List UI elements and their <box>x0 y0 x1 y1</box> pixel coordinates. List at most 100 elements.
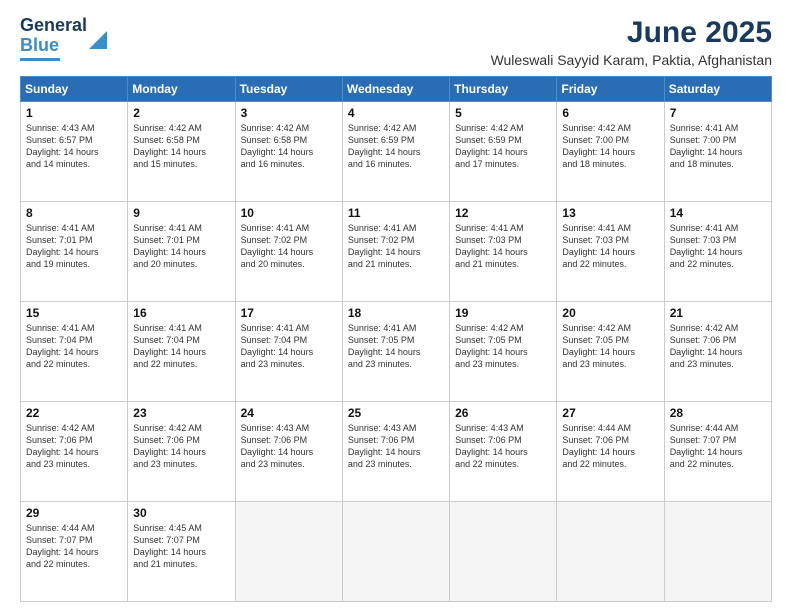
calendar-cell <box>450 502 557 602</box>
calendar-week-4: 22 Sunrise: 4:42 AM Sunset: 7:06 PM Dayli… <box>21 402 772 502</box>
cell-day-number: 23 <box>133 406 229 420</box>
cell-day-number: 6 <box>562 106 658 120</box>
cell-info: Sunrise: 4:42 AM Sunset: 6:58 PM Dayligh… <box>241 122 337 171</box>
cell-day-number: 29 <box>26 506 122 520</box>
calendar-cell: 22 Sunrise: 4:42 AM Sunset: 7:06 PM Dayli… <box>21 402 128 502</box>
cell-info: Sunrise: 4:42 AM Sunset: 6:59 PM Dayligh… <box>348 122 444 171</box>
cell-day-number: 20 <box>562 306 658 320</box>
calendar-cell: 17 Sunrise: 4:41 AM Sunset: 7:04 PM Dayli… <box>235 302 342 402</box>
cell-day-number: 10 <box>241 206 337 220</box>
logo-icon <box>89 31 107 49</box>
cell-info: Sunrise: 4:43 AM Sunset: 7:06 PM Dayligh… <box>348 422 444 471</box>
calendar-cell: 15 Sunrise: 4:41 AM Sunset: 7:04 PM Dayli… <box>21 302 128 402</box>
cell-day-number: 14 <box>670 206 766 220</box>
cell-info: Sunrise: 4:41 AM Sunset: 7:04 PM Dayligh… <box>241 322 337 371</box>
cell-info: Sunrise: 4:43 AM Sunset: 7:06 PM Dayligh… <box>455 422 551 471</box>
cell-info: Sunrise: 4:41 AM Sunset: 7:00 PM Dayligh… <box>670 122 766 171</box>
cell-info: Sunrise: 4:44 AM Sunset: 7:07 PM Dayligh… <box>670 422 766 471</box>
cell-day-number: 13 <box>562 206 658 220</box>
cell-day-number: 24 <box>241 406 337 420</box>
calendar-cell: 1 Sunrise: 4:43 AM Sunset: 6:57 PM Daylig… <box>21 102 128 202</box>
cell-day-number: 25 <box>348 406 444 420</box>
calendar-cell <box>342 502 449 602</box>
cell-day-number: 18 <box>348 306 444 320</box>
subtitle: Wuleswali Sayyid Karam, Paktia, Afghanis… <box>491 52 772 68</box>
cell-info: Sunrise: 4:42 AM Sunset: 6:59 PM Dayligh… <box>455 122 551 171</box>
calendar-cell: 28 Sunrise: 4:44 AM Sunset: 7:07 PM Dayli… <box>664 402 771 502</box>
calendar-cell: 23 Sunrise: 4:42 AM Sunset: 7:06 PM Dayli… <box>128 402 235 502</box>
cell-day-number: 1 <box>26 106 122 120</box>
calendar-cell: 14 Sunrise: 4:41 AM Sunset: 7:03 PM Dayli… <box>664 202 771 302</box>
cell-info: Sunrise: 4:41 AM Sunset: 7:03 PM Dayligh… <box>562 222 658 271</box>
calendar-cell: 3 Sunrise: 4:42 AM Sunset: 6:58 PM Daylig… <box>235 102 342 202</box>
calendar-header-monday: Monday <box>128 77 235 102</box>
calendar-cell <box>235 502 342 602</box>
cell-info: Sunrise: 4:41 AM Sunset: 7:03 PM Dayligh… <box>455 222 551 271</box>
calendar-header-row: SundayMondayTuesdayWednesdayThursdayFrid… <box>21 77 772 102</box>
header: GeneralBlue June 2025 Wuleswali Sayyid K… <box>20 16 772 68</box>
cell-day-number: 12 <box>455 206 551 220</box>
cell-day-number: 11 <box>348 206 444 220</box>
cell-day-number: 5 <box>455 106 551 120</box>
cell-info: Sunrise: 4:42 AM Sunset: 7:05 PM Dayligh… <box>562 322 658 371</box>
calendar-cell: 11 Sunrise: 4:41 AM Sunset: 7:02 PM Dayli… <box>342 202 449 302</box>
cell-day-number: 22 <box>26 406 122 420</box>
calendar-week-3: 15 Sunrise: 4:41 AM Sunset: 7:04 PM Dayli… <box>21 302 772 402</box>
cell-info: Sunrise: 4:44 AM Sunset: 7:07 PM Dayligh… <box>26 522 122 571</box>
cell-day-number: 21 <box>670 306 766 320</box>
cell-info: Sunrise: 4:43 AM Sunset: 7:06 PM Dayligh… <box>241 422 337 471</box>
calendar-cell: 2 Sunrise: 4:42 AM Sunset: 6:58 PM Daylig… <box>128 102 235 202</box>
calendar-cell: 5 Sunrise: 4:42 AM Sunset: 6:59 PM Daylig… <box>450 102 557 202</box>
cell-day-number: 2 <box>133 106 229 120</box>
calendar-week-2: 8 Sunrise: 4:41 AM Sunset: 7:01 PM Daylig… <box>21 202 772 302</box>
calendar-cell: 29 Sunrise: 4:44 AM Sunset: 7:07 PM Dayli… <box>21 502 128 602</box>
calendar-header-saturday: Saturday <box>664 77 771 102</box>
calendar-header-thursday: Thursday <box>450 77 557 102</box>
cell-info: Sunrise: 4:41 AM Sunset: 7:04 PM Dayligh… <box>26 322 122 371</box>
cell-info: Sunrise: 4:41 AM Sunset: 7:02 PM Dayligh… <box>348 222 444 271</box>
cell-day-number: 4 <box>348 106 444 120</box>
calendar-cell: 12 Sunrise: 4:41 AM Sunset: 7:03 PM Dayli… <box>450 202 557 302</box>
cell-info: Sunrise: 4:42 AM Sunset: 7:06 PM Dayligh… <box>133 422 229 471</box>
cell-info: Sunrise: 4:42 AM Sunset: 7:05 PM Dayligh… <box>455 322 551 371</box>
cell-info: Sunrise: 4:41 AM Sunset: 7:02 PM Dayligh… <box>241 222 337 271</box>
calendar-cell: 30Sunrise: 4:45 AM Sunset: 7:07 PM Dayli… <box>128 502 235 602</box>
cell-info: Sunrise: 4:41 AM Sunset: 7:03 PM Dayligh… <box>670 222 766 271</box>
cell-day-number: 28 <box>670 406 766 420</box>
logo-bar <box>20 58 60 61</box>
calendar-cell: 25 Sunrise: 4:43 AM Sunset: 7:06 PM Dayli… <box>342 402 449 502</box>
calendar-week-5: 29 Sunrise: 4:44 AM Sunset: 7:07 PM Dayli… <box>21 502 772 602</box>
calendar-cell: 10 Sunrise: 4:41 AM Sunset: 7:02 PM Dayli… <box>235 202 342 302</box>
cell-info: Sunrise: 4:41 AM Sunset: 7:05 PM Dayligh… <box>348 322 444 371</box>
cell-day-number: 17 <box>241 306 337 320</box>
cell-day-number: 7 <box>670 106 766 120</box>
cell-day-number: 3 <box>241 106 337 120</box>
cell-info: Sunrise: 4:43 AM Sunset: 6:57 PM Dayligh… <box>26 122 122 171</box>
calendar-header-friday: Friday <box>557 77 664 102</box>
cell-info: Sunrise: 4:41 AM Sunset: 7:04 PM Dayligh… <box>133 322 229 371</box>
cell-day-number: 9 <box>133 206 229 220</box>
cell-info: Sunrise: 4:42 AM Sunset: 6:58 PM Dayligh… <box>133 122 229 171</box>
cell-info: Sunrise: 4:41 AM Sunset: 7:01 PM Dayligh… <box>133 222 229 271</box>
calendar-cell: 4 Sunrise: 4:42 AM Sunset: 6:59 PM Daylig… <box>342 102 449 202</box>
calendar-header-sunday: Sunday <box>21 77 128 102</box>
calendar-cell: 8 Sunrise: 4:41 AM Sunset: 7:01 PM Daylig… <box>21 202 128 302</box>
cell-info: Sunrise: 4:42 AM Sunset: 7:06 PM Dayligh… <box>26 422 122 471</box>
calendar-cell: 27Sunrise: 4:44 AM Sunset: 7:06 PM Dayli… <box>557 402 664 502</box>
calendar-header-tuesday: Tuesday <box>235 77 342 102</box>
calendar-cell: 9 Sunrise: 4:41 AM Sunset: 7:01 PM Daylig… <box>128 202 235 302</box>
calendar-cell: 16 Sunrise: 4:41 AM Sunset: 7:04 PM Dayli… <box>128 302 235 402</box>
main-title: June 2025 <box>491 16 772 50</box>
cell-day-number: 30 <box>133 506 229 520</box>
cell-day-number: 27 <box>562 406 658 420</box>
logo: GeneralBlue <box>20 16 107 61</box>
calendar-cell: 20 Sunrise: 4:42 AM Sunset: 7:05 PM Dayli… <box>557 302 664 402</box>
cell-day-number: 15 <box>26 306 122 320</box>
cell-day-number: 16 <box>133 306 229 320</box>
calendar-header-wednesday: Wednesday <box>342 77 449 102</box>
cell-info: Sunrise: 4:41 AM Sunset: 7:01 PM Dayligh… <box>26 222 122 271</box>
cell-day-number: 8 <box>26 206 122 220</box>
calendar-table: SundayMondayTuesdayWednesdayThursdayFrid… <box>20 76 772 602</box>
calendar-cell: 13 Sunrise: 4:41 AM Sunset: 7:03 PM Dayli… <box>557 202 664 302</box>
cell-day-number: 19 <box>455 306 551 320</box>
